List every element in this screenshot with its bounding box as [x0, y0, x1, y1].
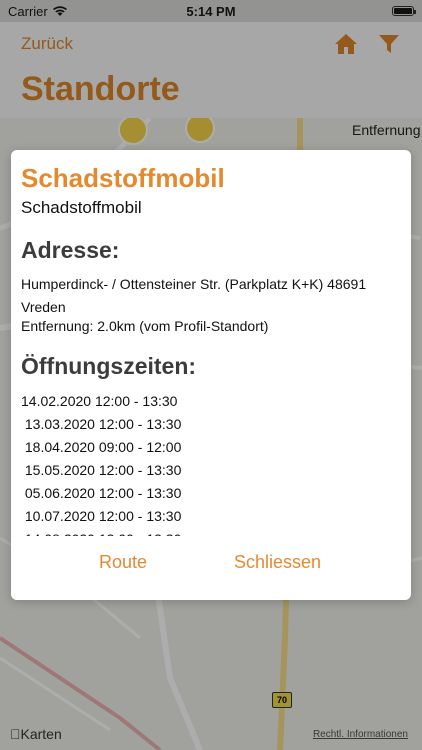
opening-hours-heading: Öffnungszeiten: [21, 353, 197, 379]
opening-hours-list[interactable]: 14.02.2020 12:00 - 13:30 13.03.2020 12:0… [21, 390, 391, 536]
hours-item: 10.07.2020 12:00 - 13:30 [21, 508, 182, 524]
address-heading: Adresse: [21, 237, 120, 263]
hours-item: 14.08.2020 12:00 - 13:30 [21, 528, 391, 536]
app-screen: Entfernung 70 Karten Rechtl. Informatio… [0, 0, 422, 750]
dialog-title: Schadstoffmobil [21, 163, 225, 193]
carrier-label: Carrier [8, 3, 48, 19]
status-bar: Carrier 5:14 PM [0, 0, 422, 22]
location-detail-dialog: Schadstoffmobil Schadstoffmobil Adresse:… [11, 150, 411, 600]
status-time: 5:14 PM [186, 3, 236, 19]
status-left: Carrier [8, 4, 68, 19]
dialog-subtitle: Schadstoffmobil [21, 198, 142, 217]
address-line-2: Vreden [21, 299, 66, 315]
close-button[interactable]: Schliessen [234, 552, 321, 573]
distance-text: Entfernung: 2.0km (vom Profil-Standort) [21, 318, 269, 334]
route-button[interactable]: Route [99, 552, 147, 573]
hours-item: 15.05.2020 12:00 - 13:30 [21, 462, 182, 478]
hours-item: 18.04.2020 09:00 - 12:00 [21, 439, 182, 455]
wifi-icon [52, 6, 67, 16]
battery-icon [392, 6, 416, 16]
address-line-1: Humperdinck- / Ottensteiner Str. (Parkpl… [21, 276, 367, 292]
hours-item: 13.03.2020 12:00 - 13:30 [21, 416, 182, 432]
dialog-actions: Route Schliessen [11, 552, 411, 582]
hours-item: 14.02.2020 12:00 - 13:30 [21, 393, 178, 409]
hours-item: 05.06.2020 12:00 - 13:30 [21, 485, 182, 501]
